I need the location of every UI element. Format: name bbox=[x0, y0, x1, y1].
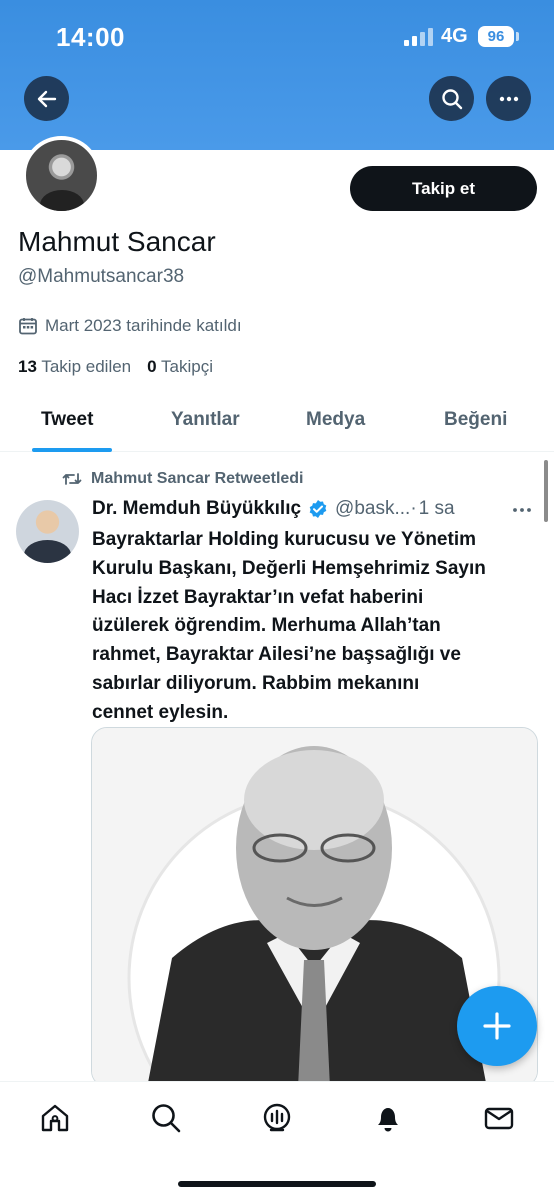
retweet-context-text: Mahmut Sancar Retweetledi bbox=[91, 470, 304, 487]
following-label: Takip edilen bbox=[41, 357, 132, 376]
more-icon bbox=[499, 96, 518, 101]
tweet-text: Bayraktarlar Holding kurucusu ve Yönetim… bbox=[92, 526, 548, 728]
retweet-context: Mahmut Sancar Retweetledi bbox=[62, 470, 304, 488]
back-arrow-icon bbox=[37, 90, 56, 107]
plus-icon bbox=[483, 1012, 511, 1040]
profile-handle: @Mahmutsancar38 bbox=[18, 266, 185, 287]
nav-messages[interactable] bbox=[483, 1102, 515, 1134]
battery-tip bbox=[516, 32, 519, 41]
tweet-author-avatar[interactable] bbox=[16, 500, 79, 563]
tweet-text-line: Kurulu Başkanı, Değerli Hemşehrimiz Sayı… bbox=[92, 557, 486, 579]
tweet-text-line: rahmet, Bayraktar Ailesi’ne başsağlığı v… bbox=[92, 644, 461, 666]
tweet-text-line: Hacı İzzet Bayraktar’ın vefat haberini bbox=[92, 586, 424, 608]
following-link[interactable]: 13 Takip edilen bbox=[18, 357, 131, 377]
search-button[interactable] bbox=[429, 76, 474, 121]
retweet-icon bbox=[62, 473, 82, 485]
status-time: 14:00 bbox=[56, 22, 125, 52]
back-button[interactable] bbox=[24, 76, 69, 121]
profile-tabs: Tweet Yanıtlar Medya Beğeni bbox=[0, 395, 554, 452]
followers-link[interactable]: 0 Takipçi bbox=[147, 357, 213, 377]
calendar-icon bbox=[19, 318, 37, 335]
tweet-text-line: sabırlar diliyorum. Rabbim mekanını bbox=[92, 672, 420, 694]
more-options-button[interactable] bbox=[486, 76, 531, 121]
tweet-timestamp[interactable]: 1 sa bbox=[419, 498, 455, 520]
home-icon bbox=[41, 1104, 69, 1132]
tweet-separator: · bbox=[410, 498, 417, 519]
tweet-more-button[interactable] bbox=[510, 500, 534, 525]
joined-date-text: Mart 2023 tarihinde katıldı bbox=[45, 316, 242, 335]
nav-explore[interactable] bbox=[150, 1102, 182, 1134]
spaces-icon bbox=[263, 1103, 291, 1132]
nav-notifications[interactable] bbox=[372, 1102, 404, 1134]
tab-media[interactable]: Medya bbox=[306, 409, 365, 431]
tweet-author-name[interactable]: Dr. Memduh Büyükkılıç bbox=[92, 498, 301, 520]
tweet-author-handle[interactable]: @bask... bbox=[335, 498, 410, 520]
active-tab-indicator bbox=[32, 448, 112, 452]
explore-icon bbox=[152, 1104, 181, 1133]
joined-date: Mart 2023 tarihinde katıldı bbox=[18, 316, 242, 336]
status-bar: 14:00 4G 96 bbox=[0, 0, 554, 76]
following-count: 13 bbox=[18, 357, 37, 376]
bell-icon bbox=[378, 1108, 398, 1132]
tweet-text-line: cennet eylesin. bbox=[92, 701, 229, 723]
profile-avatar[interactable] bbox=[22, 136, 101, 215]
verified-badge-icon bbox=[309, 500, 327, 518]
compose-tweet-button[interactable] bbox=[457, 986, 537, 1066]
more-icon bbox=[513, 508, 531, 512]
nav-home[interactable] bbox=[39, 1102, 71, 1134]
followers-label: Takipçi bbox=[161, 357, 213, 376]
tab-likes[interactable]: Beğeni bbox=[444, 409, 507, 431]
follow-counts: 13 Takip edilen 0 Takipçi bbox=[18, 357, 213, 377]
tweet-header: Dr. Memduh Büyükkılıç @bask... · 1 sa bbox=[92, 498, 455, 520]
tab-tweets[interactable]: Tweet bbox=[41, 409, 93, 431]
followers-count: 0 bbox=[147, 357, 157, 376]
profile-display-name: Mahmut Sancar bbox=[18, 226, 216, 257]
tab-replies[interactable]: Yanıtlar bbox=[171, 409, 240, 431]
nav-spaces[interactable] bbox=[261, 1102, 293, 1134]
signal-icon bbox=[404, 28, 434, 46]
scrollbar[interactable] bbox=[544, 460, 548, 522]
mail-icon bbox=[484, 1107, 514, 1130]
battery-icon: 96 bbox=[478, 26, 514, 47]
follow-button[interactable]: Takip et bbox=[350, 166, 537, 211]
tweet-text-line: Bayraktarlar Holding kurucusu ve Yönetim bbox=[92, 529, 476, 550]
tweet-text-line: üzülerek öğrendim. Merhuma Allah’tan bbox=[92, 615, 441, 637]
network-type: 4G bbox=[441, 25, 468, 47]
search-icon bbox=[441, 88, 462, 109]
home-indicator bbox=[178, 1181, 376, 1187]
